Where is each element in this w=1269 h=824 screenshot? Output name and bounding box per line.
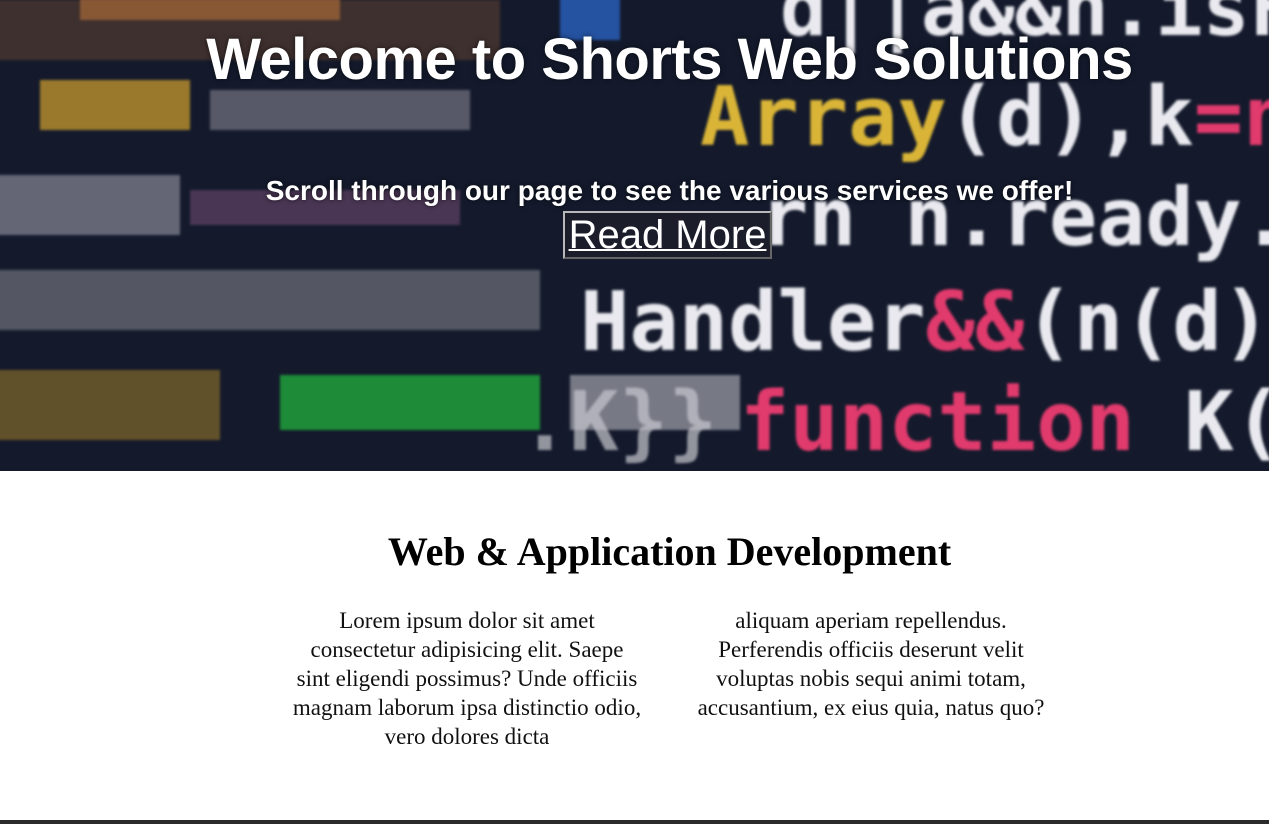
hero-title: Welcome to Shorts Web Solutions: [206, 27, 1133, 92]
svg-text:function K(){: function K(){: [740, 375, 1269, 470]
section-divider: [0, 820, 1269, 824]
services-column-left: Lorem ipsum dolor sit amet consectetur a…: [292, 608, 642, 749]
read-more-button[interactable]: Read More: [563, 211, 772, 259]
services-column-right: aliquam aperiam repellendus. Perferendis…: [697, 608, 1045, 720]
hero-subtitle: Scroll through our page to see the vario…: [265, 175, 1074, 206]
section-title: Web & Application Development: [387, 529, 952, 574]
svg-text:Handler&&(n(d).tr: Handler&&(n(d).tr: [580, 275, 1269, 370]
svg-text:.K}}: .K}}: [520, 375, 717, 470]
hero-banner: d||a&&n.isFu Array(d),k=new rn n.ready.p…: [0, 0, 1269, 471]
